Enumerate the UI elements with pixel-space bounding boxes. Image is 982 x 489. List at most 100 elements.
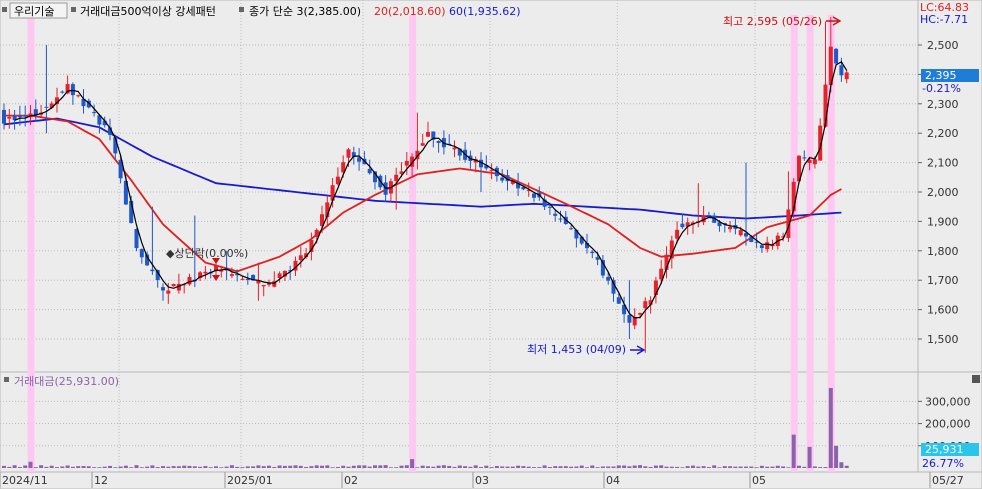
candle-body [203,271,208,274]
volume-bar [113,467,118,468]
date-axis [0,471,982,489]
volume-bar [802,466,807,468]
volume-bar [579,465,584,468]
volume-bar [198,466,203,468]
volume-bar [622,465,627,468]
volume-bar [145,466,150,468]
candle-body [728,226,733,230]
volume-bar [2,465,6,468]
volume-bar [706,467,711,468]
volume-bar [807,446,812,468]
candle-body [616,297,621,304]
candle-body [187,276,192,285]
candle-body [92,112,97,114]
volume-bar [563,466,568,468]
volume-bar [335,467,340,468]
volume-bar [272,466,277,468]
volume-bar [39,465,44,468]
candle-body [161,287,165,291]
volume-marker-icon [4,377,9,382]
volume-bar [277,465,282,468]
candle-body [229,274,234,276]
volume-bar [669,466,674,468]
volume-bar [102,466,107,468]
volume-bar [60,466,65,468]
volume-bar [330,467,335,468]
volume-bar [373,465,377,468]
volume-bar [44,466,49,468]
volume-bar [823,467,828,468]
volume-bar [245,466,250,468]
dropdown-icon[interactable] [2,7,7,12]
candle-body [802,157,807,159]
volume-bar [33,467,38,468]
candle-body [139,249,144,258]
candle-body [76,95,81,97]
volume-bar [479,467,483,468]
volume-bar [616,465,621,468]
volume-bar [532,467,536,468]
volume-bar [49,465,54,468]
price-tick-label: 1,900 [927,215,959,228]
volume-close-icon[interactable] [972,375,980,383]
volume-bar [150,465,155,468]
signal-highlight [409,15,417,472]
candle-body [261,285,266,287]
candle-body [33,109,38,115]
volume-bar [203,465,208,468]
volume-bar [489,467,494,468]
volume-bar [818,467,823,468]
candle-body [569,228,574,230]
volume-bar [388,467,393,468]
signal-highlight [806,15,814,472]
candle-body [60,91,65,93]
volume-bar [516,465,521,468]
volume-bar [653,465,658,468]
volume-bar [812,466,817,468]
volume-bar [590,465,595,468]
volume-bar [574,466,579,468]
volume-bar [426,466,430,468]
volume-bar [304,467,309,468]
candle-body [219,270,224,272]
volume-bar [367,466,372,468]
volume-bar [298,465,303,468]
volume-bar [558,466,563,468]
volume-bar [28,461,33,468]
close-marker-icon [239,7,244,12]
volume-bar [383,465,388,468]
volume-bar [17,467,22,468]
volume-bar [712,465,717,468]
date-tick-label: 05 [752,474,766,487]
stock-chart[interactable]: 2,5002,4002,3002,2002,1002,0001,9001,800… [0,0,982,489]
volume-bar [7,466,12,468]
date-tick-label: 03 [475,474,489,487]
signal-highlight [27,15,35,472]
close-label: 종가 단순 3(2,385.00) [249,5,361,18]
volume-tick-label: 200,000 [925,418,971,431]
volume-bar [346,466,351,468]
volume-bar [749,466,754,468]
volume-bar [722,466,727,468]
candle-body [839,65,844,76]
volume-bar [717,467,722,468]
volume-bar [447,465,452,468]
volume-bar [744,466,748,468]
volume-bar [415,467,420,468]
price-tick-label: 2,100 [927,157,959,170]
price-panel [0,0,919,373]
candle-body [680,223,685,228]
candle-body [314,229,319,237]
volume-bar [267,465,271,468]
candle-body [738,230,743,236]
candle-body [436,140,441,144]
date-tick-label: 04 [606,474,620,487]
volume-bar [537,467,542,468]
volume-bar [404,465,409,468]
volume-bar [696,466,701,468]
volume-bar [86,466,91,468]
candle-body [765,242,770,250]
volume-bar [606,466,611,468]
volume-bar [468,466,473,468]
volume-bar [643,466,648,468]
